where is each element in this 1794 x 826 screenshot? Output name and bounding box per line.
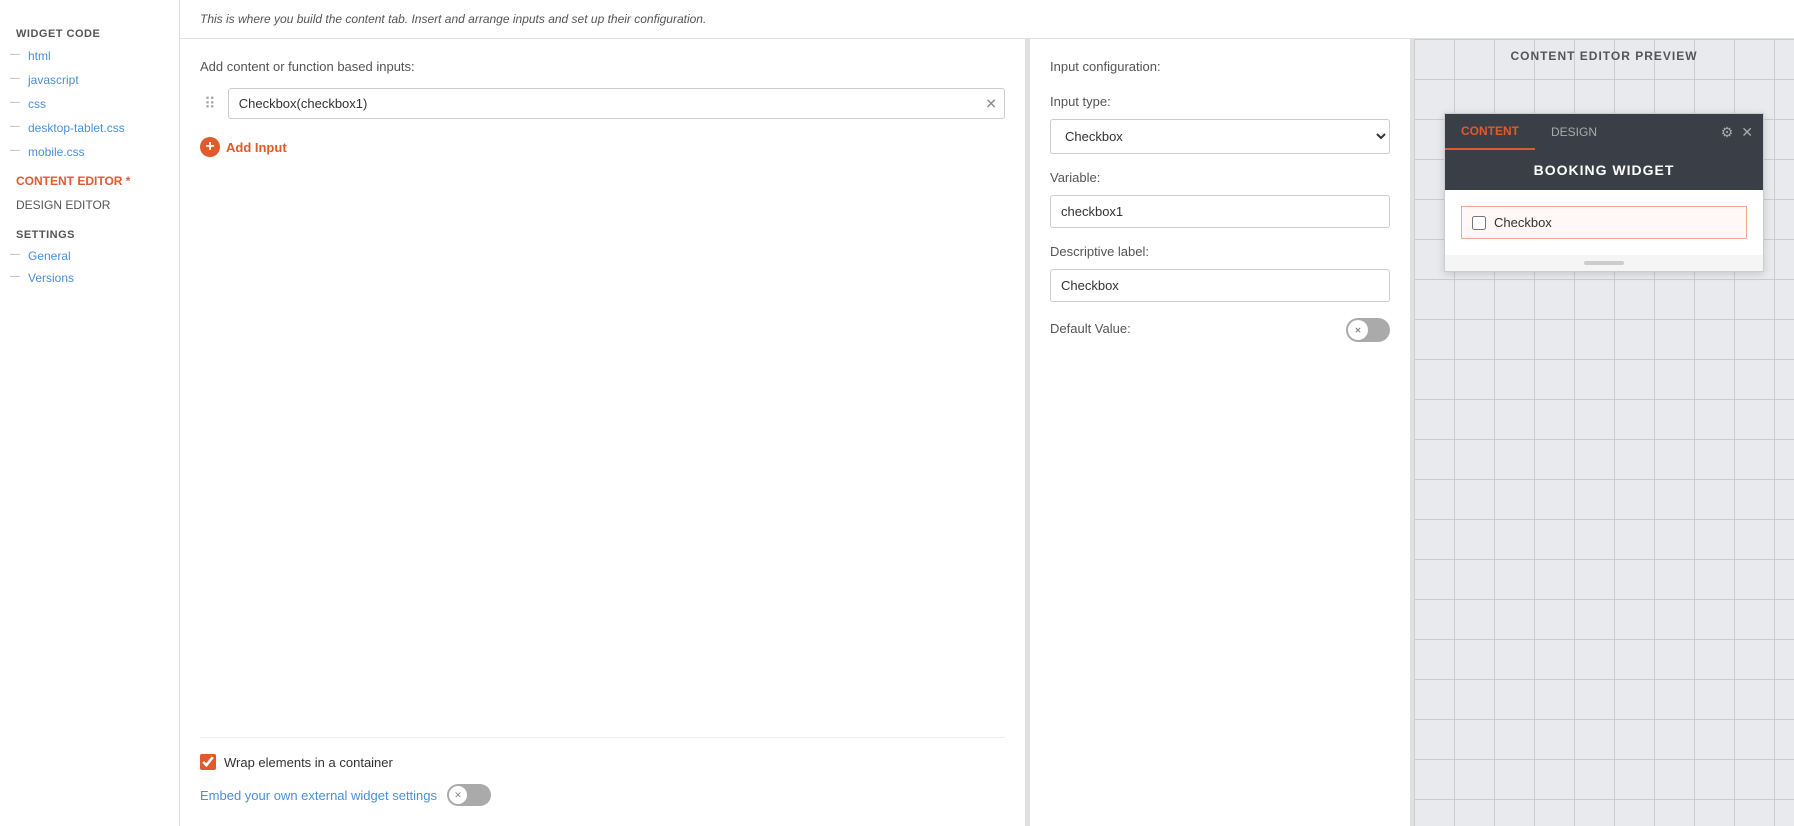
wrap-container-row: Wrap elements in a container	[200, 754, 1005, 770]
widget-checkbox-label: Checkbox	[1494, 215, 1552, 230]
widget-close-icon[interactable]: ✕	[1741, 124, 1753, 141]
knob-x-icon: ✕	[1355, 326, 1362, 335]
embed-toggle[interactable]	[447, 784, 491, 806]
variable-input[interactable]	[1050, 195, 1390, 228]
embed-label: Embed your own external widget settings	[200, 788, 437, 803]
embed-row: Embed your own external widget settings	[200, 784, 1005, 806]
bottom-options: Wrap elements in a container Embed your …	[200, 737, 1005, 806]
widget-tab-content[interactable]: CONTENT	[1445, 114, 1535, 150]
input-config-label: Input configuration:	[1050, 59, 1390, 74]
main-body: Add content or function based inputs: ⠿ …	[180, 39, 1794, 826]
main-description: This is where you build the content tab.…	[180, 0, 1794, 39]
right-panel: Input configuration: Input type: Checkbo…	[1030, 39, 1410, 826]
widget-footer-bar	[1584, 261, 1624, 265]
input-field-wrapper: ✕	[228, 88, 1005, 119]
checkbox-input-row: ⠿ ✕	[200, 88, 1005, 119]
sidebar-item-css[interactable]: css	[0, 92, 179, 116]
add-icon: +	[200, 137, 220, 157]
settings-title: SETTINGS	[0, 217, 179, 245]
default-value-row: Default Value: ✕	[1050, 318, 1390, 342]
embed-toggle-knob	[449, 786, 467, 804]
descriptive-label-input[interactable]	[1050, 269, 1390, 302]
descriptive-label-label: Descriptive label:	[1050, 244, 1390, 259]
widget-checkbox-input[interactable]	[1472, 216, 1486, 230]
widget-title-bar: BOOKING WIDGET	[1445, 150, 1763, 190]
content-editor-link[interactable]: CONTENT EDITOR *	[0, 164, 179, 193]
preview-area: CONTENT EDITOR PREVIEW CONTENT DESIGN ⚙ …	[1414, 39, 1794, 826]
sidebar-item-javascript[interactable]: javascript	[0, 68, 179, 92]
sidebar: WIDGET CODE html javascript css desktop-…	[0, 0, 180, 826]
widget-body: Checkbox	[1445, 190, 1763, 255]
widget-footer	[1445, 255, 1763, 271]
default-value-label: Default Value:	[1050, 321, 1131, 336]
widget-header-icons: ⚙ ✕	[1721, 124, 1763, 141]
drag-handle-icon[interactable]: ⠿	[200, 94, 220, 114]
input-close-button[interactable]: ✕	[985, 95, 997, 112]
widget-code-title: WIDGET CODE	[0, 20, 179, 44]
input-type-label: Input type:	[1050, 94, 1390, 109]
add-input-label: Add Input	[226, 140, 287, 155]
widget-tab-design[interactable]: DESIGN	[1535, 115, 1613, 149]
add-input-button[interactable]: + Add Input	[200, 133, 1005, 161]
variable-label: Variable:	[1050, 170, 1390, 185]
wrap-container-checkbox[interactable]	[200, 754, 216, 770]
sidebar-item-general[interactable]: General	[0, 245, 179, 267]
sidebar-item-html[interactable]: html	[0, 44, 179, 68]
wrap-container-label: Wrap elements in a container	[224, 755, 393, 770]
widget-checkbox-row: Checkbox	[1461, 206, 1747, 239]
sidebar-item-desktop-tablet-css[interactable]: desktop-tablet.css	[0, 116, 179, 140]
input-type-section: Input type: Checkbox Text Number Select …	[1050, 94, 1390, 154]
sidebar-item-mobile-css[interactable]: mobile.css	[0, 140, 179, 164]
sidebar-item-versions[interactable]: Versions	[0, 267, 179, 289]
variable-section: Variable:	[1050, 170, 1390, 228]
preview-title: CONTENT EDITOR PREVIEW	[1414, 39, 1794, 73]
add-inputs-label: Add content or function based inputs:	[200, 59, 1005, 74]
descriptive-label-section: Descriptive label:	[1050, 244, 1390, 302]
design-editor-link[interactable]: DESIGN EDITOR	[0, 193, 179, 217]
checkbox-input-field[interactable]	[228, 88, 1005, 119]
preview-widget: CONTENT DESIGN ⚙ ✕ BOOKING WIDGET Checkb…	[1444, 113, 1764, 272]
default-value-toggle[interactable]: ✕	[1346, 318, 1390, 342]
widget-settings-icon[interactable]: ⚙	[1721, 124, 1734, 141]
main-area: This is where you build the content tab.…	[180, 0, 1794, 826]
default-value-knob: ✕	[1348, 320, 1368, 340]
widget-header: CONTENT DESIGN ⚙ ✕	[1445, 114, 1763, 150]
left-panel: Add content or function based inputs: ⠿ …	[180, 39, 1026, 826]
input-type-select[interactable]: Checkbox Text Number Select Textarea	[1050, 119, 1390, 154]
